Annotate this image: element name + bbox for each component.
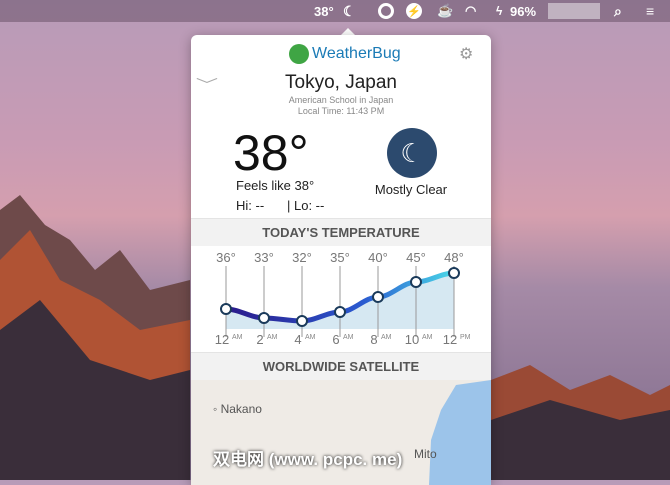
hour-label: 2 (256, 332, 263, 347)
hour-label: 12 (443, 332, 457, 347)
worldwide-satellite-header: WORLDWIDE SATELLITE (191, 352, 491, 380)
menu-icon[interactable]: ≡ (646, 3, 654, 19)
temperature-value-label: 32° (292, 250, 312, 265)
temperature-point (220, 303, 232, 315)
temperature-point (296, 315, 308, 327)
location-name: Tokyo, Japan (285, 72, 397, 93)
current-temperature: 38° (233, 125, 309, 181)
temperature-point (372, 291, 384, 303)
temperature-value-label: 33° (254, 250, 274, 265)
menubar-temperature[interactable]: 38° (314, 3, 334, 19)
mostly-clear-moon-icon: ☾ (387, 128, 437, 178)
user-name-blurred[interactable] (548, 3, 600, 19)
temperature-value-label: 48° (444, 250, 464, 265)
todays-temperature-header: TODAY'S TEMPERATURE (191, 218, 491, 246)
brand-name: WeatherBug (312, 45, 401, 62)
temperature-point (410, 276, 422, 288)
settings-gear-icon[interactable]: ⚙ (459, 44, 473, 64)
hour-suffix-label: AM (267, 334, 278, 341)
station-name: American School in Japan (288, 95, 394, 105)
weatherbug-logo-icon (289, 44, 309, 64)
hour-label: 6 (332, 332, 339, 347)
temperature-point (334, 306, 346, 318)
hour-label: 12 (215, 332, 229, 347)
hi-temp: Hi: -- (236, 198, 265, 213)
map-label-text: Nakano (220, 402, 262, 416)
condition-text: Mostly Clear (374, 182, 448, 197)
temperature-value-label: 35° (330, 250, 350, 265)
temperature-point (258, 312, 270, 324)
search-icon[interactable]: ⌕ (614, 3, 622, 19)
temperature-value-label: 36° (216, 250, 236, 265)
lo-temp: | Lo: -- (287, 198, 325, 213)
hour-label: 8 (370, 332, 377, 347)
hour-suffix-label: AM (232, 334, 243, 341)
watermark: 双电网 (www. pcpc. me) (213, 450, 403, 469)
hour-label: 10 (405, 332, 419, 347)
local-time: Local Time: 11:43 PM (297, 106, 385, 116)
menu-bar: 38° ☾ ⚡ ☕ ◠ ϟ 96% ⌕ ≡ (0, 0, 670, 22)
battery-percent[interactable]: 96% (510, 3, 536, 19)
temperature-point (448, 267, 460, 279)
weather-moon-icon[interactable]: ☾ (343, 3, 356, 19)
map-label-nakano: ◦ Nakano (213, 402, 262, 416)
battery-charging-icon[interactable]: ϟ (496, 3, 502, 19)
bolt-icon[interactable]: ⚡ (406, 3, 422, 19)
hour-suffix-label: AM (422, 334, 433, 341)
feels-like: Feels like 38° (236, 178, 315, 193)
wifi-icon[interactable]: ◠ (465, 3, 476, 19)
coffee-icon[interactable]: ☕ (437, 3, 453, 19)
weatherbug-popover: WeatherBug ⚙ ﹀ Tokyo, Japan American Sch… (191, 35, 491, 485)
temperature-value-label: 40° (368, 250, 388, 265)
hour-suffix-label: AM (381, 334, 392, 341)
ocean (429, 380, 491, 485)
target-icon[interactable] (378, 3, 394, 19)
hour-suffix-label: PM (460, 334, 471, 341)
hour-suffix-label: AM (343, 334, 354, 341)
temperature-chart: 36°12 AM33°2 AM32°4 AM35°6 AM40°8 AM45°10 AM48… (215, 250, 471, 347)
temperature-value-label: 45° (406, 250, 426, 265)
map-label-mito: Mito (414, 447, 437, 461)
hour-suffix-label: AM (305, 334, 316, 341)
hour-label: 4 (294, 332, 301, 347)
